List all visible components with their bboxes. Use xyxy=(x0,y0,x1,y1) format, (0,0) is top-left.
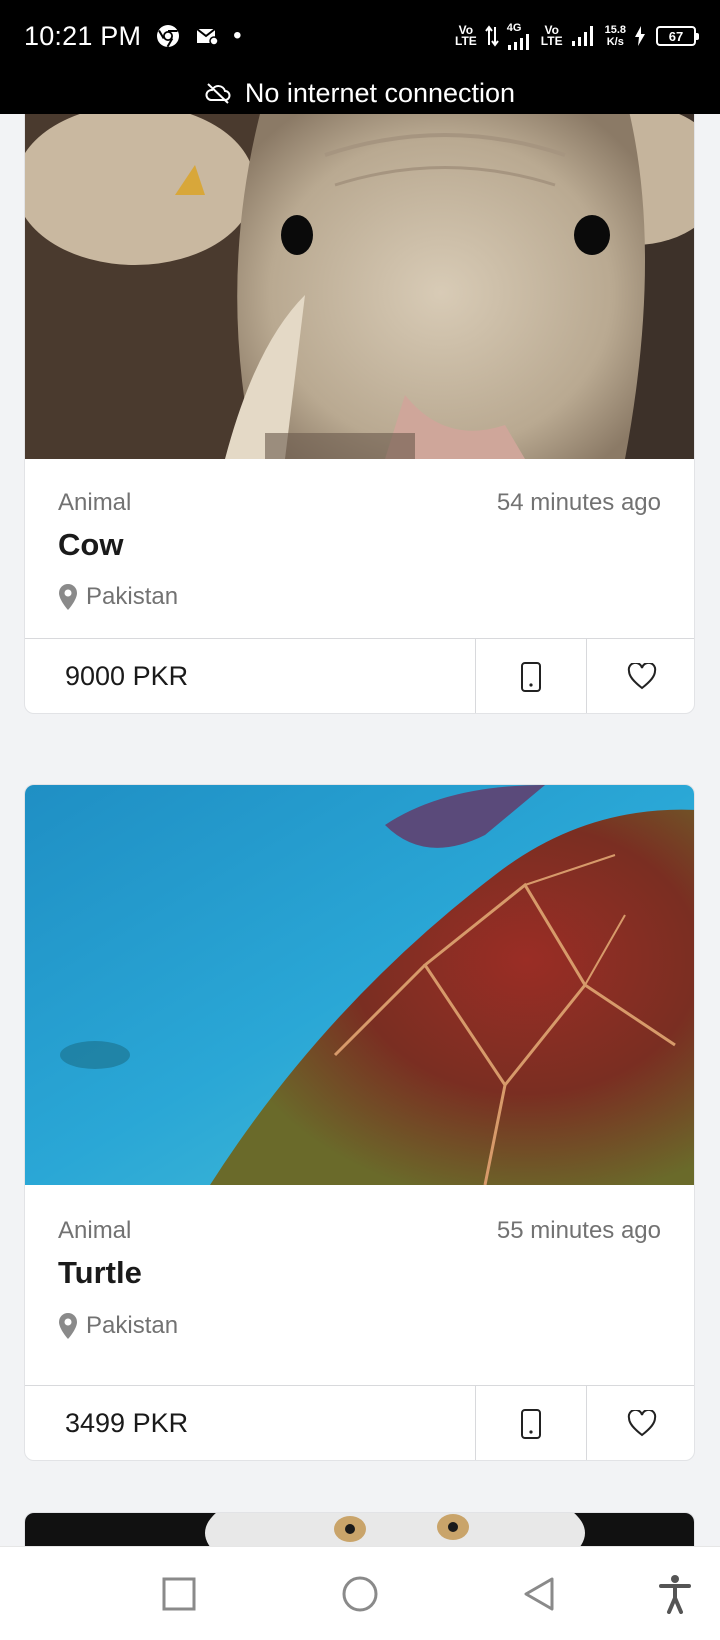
battery-icon: 67 xyxy=(656,26,699,46)
listing-time: 54 minutes ago xyxy=(496,489,661,516)
listing-category: Animal xyxy=(58,489,132,516)
recents-button[interactable] xyxy=(156,1571,202,1617)
listing-location: Pakistan xyxy=(58,583,178,611)
call-button[interactable] xyxy=(476,1386,586,1460)
square-icon xyxy=(162,1577,196,1611)
location-pin-icon xyxy=(59,1313,77,1339)
listing-title[interactable]: Turtle xyxy=(58,1255,142,1291)
data-arrows-icon xyxy=(484,25,499,47)
triangle-back-icon xyxy=(524,1577,554,1611)
listing-card[interactable]: Animal 55 minutes ago Turtle Pakistan 34… xyxy=(24,784,695,1461)
phone-icon xyxy=(521,661,541,692)
signal-icon-2 xyxy=(571,26,597,46)
cloud-off-icon xyxy=(205,82,231,104)
favorite-button[interactable] xyxy=(586,639,694,713)
system-nav-bar xyxy=(0,1546,720,1640)
listing-location: Pakistan xyxy=(58,1312,178,1340)
location-text: Pakistan xyxy=(86,583,179,610)
phone-icon xyxy=(521,1408,541,1439)
network-speed: 15.8 K/s xyxy=(604,24,626,48)
listing-action-bar: 9000 PKR xyxy=(25,638,694,713)
volte-icon: Vo LTE xyxy=(455,23,477,48)
call-button[interactable] xyxy=(476,639,586,713)
listing-card[interactable] xyxy=(24,1512,695,1546)
chrome-icon xyxy=(155,23,181,49)
heart-icon xyxy=(627,663,656,690)
offline-banner: No internet connection xyxy=(0,72,720,114)
favorite-button[interactable] xyxy=(586,1386,694,1460)
listing-card[interactable]: Animal 54 minutes ago Cow Pakistan 9000 … xyxy=(24,114,695,714)
charging-icon xyxy=(634,26,646,46)
accessibility-button[interactable] xyxy=(652,1571,698,1617)
signal-icon: 4G xyxy=(507,22,533,50)
status-bar: 10:21 PM • Vo LTE 4G Vo LTE 15.8 K/s 67 xyxy=(0,0,720,72)
accessibility-icon xyxy=(659,1575,691,1614)
clock: 10:21 PM xyxy=(24,20,142,51)
volte-icon-2: Vo LTE xyxy=(540,23,563,48)
listing-price: 3499 PKR xyxy=(25,1386,476,1460)
circle-icon xyxy=(342,1576,378,1612)
listing-time: 55 minutes ago xyxy=(496,1217,661,1244)
back-button[interactable] xyxy=(516,1571,562,1617)
offline-message: No internet connection xyxy=(244,77,516,108)
listing-image-turtle[interactable] xyxy=(25,785,694,1185)
home-button[interactable] xyxy=(337,1571,383,1617)
location-text: Pakistan xyxy=(86,1312,179,1339)
listing-category: Animal xyxy=(58,1217,132,1244)
listing-image-cow[interactable] xyxy=(25,114,694,459)
location-pin-icon xyxy=(59,584,77,610)
listing-price: 9000 PKR xyxy=(25,639,476,713)
notification-dot: • xyxy=(233,22,242,49)
listing-title[interactable]: Cow xyxy=(58,527,123,563)
listing-action-bar: 3499 PKR xyxy=(25,1385,694,1460)
listing-image[interactable] xyxy=(25,1513,694,1546)
heart-icon xyxy=(627,1410,656,1437)
listing-feed[interactable]: Animal 54 minutes ago Cow Pakistan 9000 … xyxy=(0,114,720,1546)
mail-icon xyxy=(195,25,219,47)
